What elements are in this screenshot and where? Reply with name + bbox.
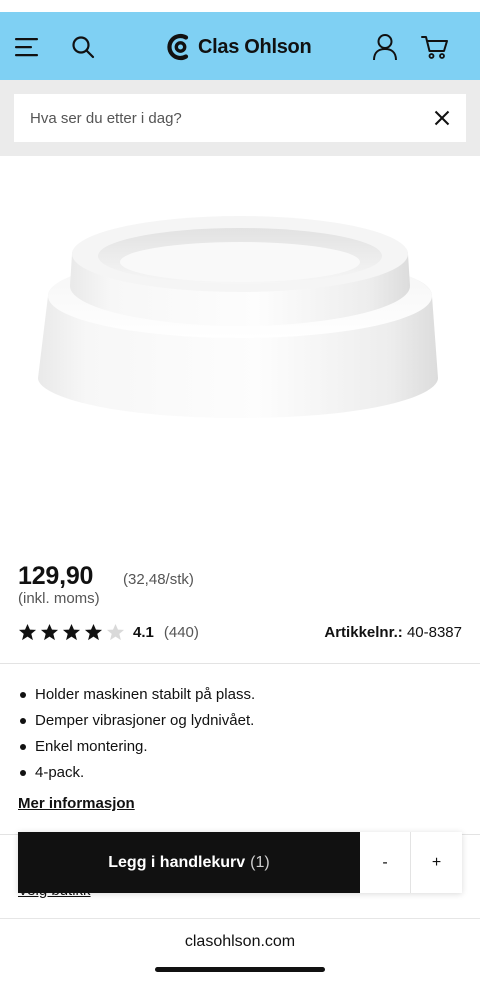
star-full-icon [62, 623, 81, 640]
more-info-link[interactable]: Mer informasjon [18, 795, 135, 812]
home-indicator[interactable] [155, 967, 325, 972]
divider [0, 663, 480, 664]
cart-icon [421, 36, 448, 59]
brand-logo[interactable]: Clas Ohlson [166, 30, 312, 64]
add-to-cart-button[interactable]: Legg i handlekurv (1) [18, 832, 360, 893]
decrease-quantity-button[interactable]: - [360, 832, 411, 893]
feature-list: Holder maskinen stabilt på plass. Demper… [18, 682, 255, 786]
search-button[interactable] [66, 30, 100, 64]
close-icon [434, 110, 450, 126]
star-full-icon [40, 623, 59, 640]
unit-price: (32,48/stk) [123, 571, 194, 588]
rating-value: 4.1 [133, 623, 154, 641]
price-vat-note: (inkl. moms) [18, 590, 100, 607]
user-icon [373, 34, 397, 61]
feature-item: Demper vibrasjoner og lydnivået. [18, 708, 255, 734]
rating-row[interactable]: 4.1 (440) Artikkelnr.: 40-8387 [18, 620, 462, 644]
search-box [14, 94, 466, 142]
price-block: 129,90 (32,48/stk) (inkl. moms) [18, 562, 462, 607]
clear-search-button[interactable] [418, 94, 466, 142]
search-icon [72, 36, 95, 59]
feature-item: Holder maskinen stabilt på plass. [18, 682, 255, 708]
site-header: Clas Ohlson [0, 12, 480, 80]
star-full-icon [84, 623, 103, 640]
product-photo-anti-vibration-pad [38, 216, 438, 418]
logo-mark-icon [167, 33, 189, 61]
status-strip [0, 0, 480, 12]
cart-button[interactable] [418, 30, 452, 64]
article-number-value: 40-8387 [406, 624, 462, 641]
feature-item: Enkel montering. [18, 734, 255, 760]
menu-button[interactable] [10, 30, 44, 64]
browser-url: clasohlson.com [184, 933, 296, 950]
star-full-icon [18, 623, 37, 640]
article-number: Artikkelnr.: 40-8387 [324, 624, 462, 641]
cart-bar: Legg i handlekurv (1) - + [18, 832, 462, 893]
article-number-label: Artikkelnr.: [324, 624, 403, 641]
review-count[interactable]: (440) [164, 624, 199, 641]
product-price: 129,90 [18, 562, 94, 590]
product-image[interactable] [0, 156, 480, 546]
search-input[interactable] [14, 94, 418, 142]
star-empty-icon [106, 623, 125, 640]
add-to-cart-label: Legg i handlekurv [108, 853, 246, 871]
hamburger-menu-icon [15, 38, 38, 57]
browser-url-bar[interactable]: clasohlson.com [0, 918, 480, 981]
search-band [0, 80, 480, 156]
cart-quantity: (1) [250, 853, 270, 871]
account-button[interactable] [368, 30, 402, 64]
feature-item: 4-pack. [18, 760, 255, 786]
star-rating [18, 623, 125, 642]
increase-quantity-button[interactable]: + [411, 832, 462, 893]
brand-name: Clas Ohlson [198, 35, 312, 58]
